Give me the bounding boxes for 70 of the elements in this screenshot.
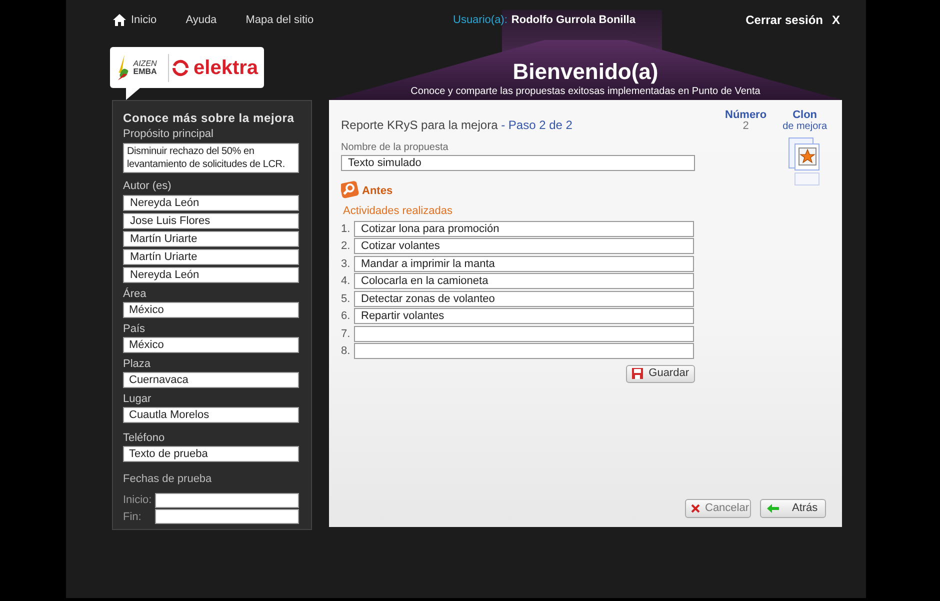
nav-link[interactable]: Mapa del sitio — [246, 12, 314, 28]
sidebar-title: Conoce más sobre la mejora — [123, 110, 296, 127]
back-button[interactable]: Atrás — [760, 499, 826, 518]
activity-field[interactable]: Colocarla en la camioneta — [354, 273, 694, 290]
logo-text: EMBA — [133, 68, 158, 76]
activity-field[interactable]: Detectar zonas de volanteo — [354, 290, 694, 307]
arrow-left-icon — [767, 504, 779, 513]
date-field[interactable] — [155, 492, 299, 508]
swirl-logo-icon — [172, 58, 190, 76]
activity-field[interactable]: Mandar a imprimir la manta — [354, 256, 694, 272]
number-value: 2 — [742, 121, 749, 132]
field-label: Plaza — [123, 358, 152, 371]
report-title: Reporte KRyS para la mejora - Paso 2 de 2 — [341, 117, 574, 134]
kaizen-logo-icon — [116, 52, 130, 82]
welcome-title: Bienvenido(a) — [512, 59, 658, 85]
cancel-button[interactable]: Cancelar — [685, 499, 751, 518]
home-icon — [113, 14, 126, 26]
section-title: Antes — [362, 184, 393, 198]
row-number: 2. — [341, 239, 352, 254]
row-number: 5. — [341, 292, 352, 306]
text-field[interactable]: México — [123, 302, 299, 318]
date-field[interactable] — [155, 509, 299, 524]
field-label: País — [123, 323, 146, 336]
field-label: Área — [123, 288, 148, 301]
text-field[interactable]: Cuernavaca — [123, 372, 299, 388]
field-label: Fin: — [123, 510, 142, 524]
save-button[interactable]: Guardar — [626, 364, 695, 382]
row-number: 3. — [341, 256, 352, 272]
star-documents-icon[interactable] — [788, 137, 822, 187]
author-field[interactable]: Martín Uriarte — [123, 249, 299, 265]
field-label: Teléfono — [123, 432, 166, 445]
field-label: Inicio: — [123, 493, 153, 508]
author-field[interactable]: Jose Luis Flores — [123, 213, 299, 229]
text-field[interactable]: Cuautla Morelos — [123, 407, 299, 423]
author-field[interactable]: Nereyda León — [123, 267, 299, 283]
field-label: Autor (es) — [123, 180, 172, 193]
text-field[interactable]: Texto de prueba — [123, 446, 299, 462]
row-number: 7. — [341, 326, 352, 342]
clone-label: Clon — [792, 110, 818, 121]
activity-field[interactable]: Repartir volantes — [354, 308, 694, 324]
purpose-field[interactable]: Disminuir rechazo del 50% en levantamiento de solicitudes de LCR. — [123, 143, 299, 173]
activity-field[interactable] — [354, 343, 694, 360]
author-field[interactable]: Martín Uriarte — [123, 231, 299, 247]
user-name: Rodolfo Gurrola Bonilla — [511, 12, 636, 28]
activity-field[interactable]: Cotizar lona para promoción — [354, 220, 694, 237]
logout-link[interactable]: Cerrar sesión X — [746, 11, 840, 29]
field-label: Nombre de la propuesta — [341, 141, 450, 155]
row-number: 6. — [341, 309, 352, 324]
close-icon — [691, 504, 700, 513]
welcome-subtitle: Conoce y comparte las propuestas exitosas implementadas en Punto de Venta — [410, 85, 760, 98]
logo-text: elektra — [194, 58, 258, 78]
user-label: Usuario(a): — [453, 12, 508, 28]
clone-sublabel: de mejora — [782, 121, 828, 132]
text-field[interactable]: México — [123, 337, 299, 353]
field-label: Propósito principal — [123, 128, 214, 141]
magnifier-icon — [341, 181, 360, 199]
logo-text: AIZEN — [133, 60, 158, 68]
activity-field[interactable] — [354, 326, 694, 342]
activity-field[interactable]: Cotizar volantes — [354, 238, 694, 254]
nav-link[interactable]: Inicio — [113, 12, 157, 28]
nav-link[interactable]: Ayuda — [186, 12, 217, 28]
proposal-name-field[interactable]: Texto simulado — [341, 155, 695, 171]
activities-label: Actividades realizadas — [343, 204, 454, 219]
field-label: Lugar — [123, 393, 152, 406]
row-number: 8. — [341, 344, 352, 359]
field-label: Fechas de prueba — [123, 473, 213, 486]
row-number: 1. — [341, 222, 352, 236]
number-label: Número — [725, 110, 767, 121]
row-number: 4. — [341, 274, 352, 289]
author-field[interactable]: Nereyda León — [123, 195, 299, 211]
